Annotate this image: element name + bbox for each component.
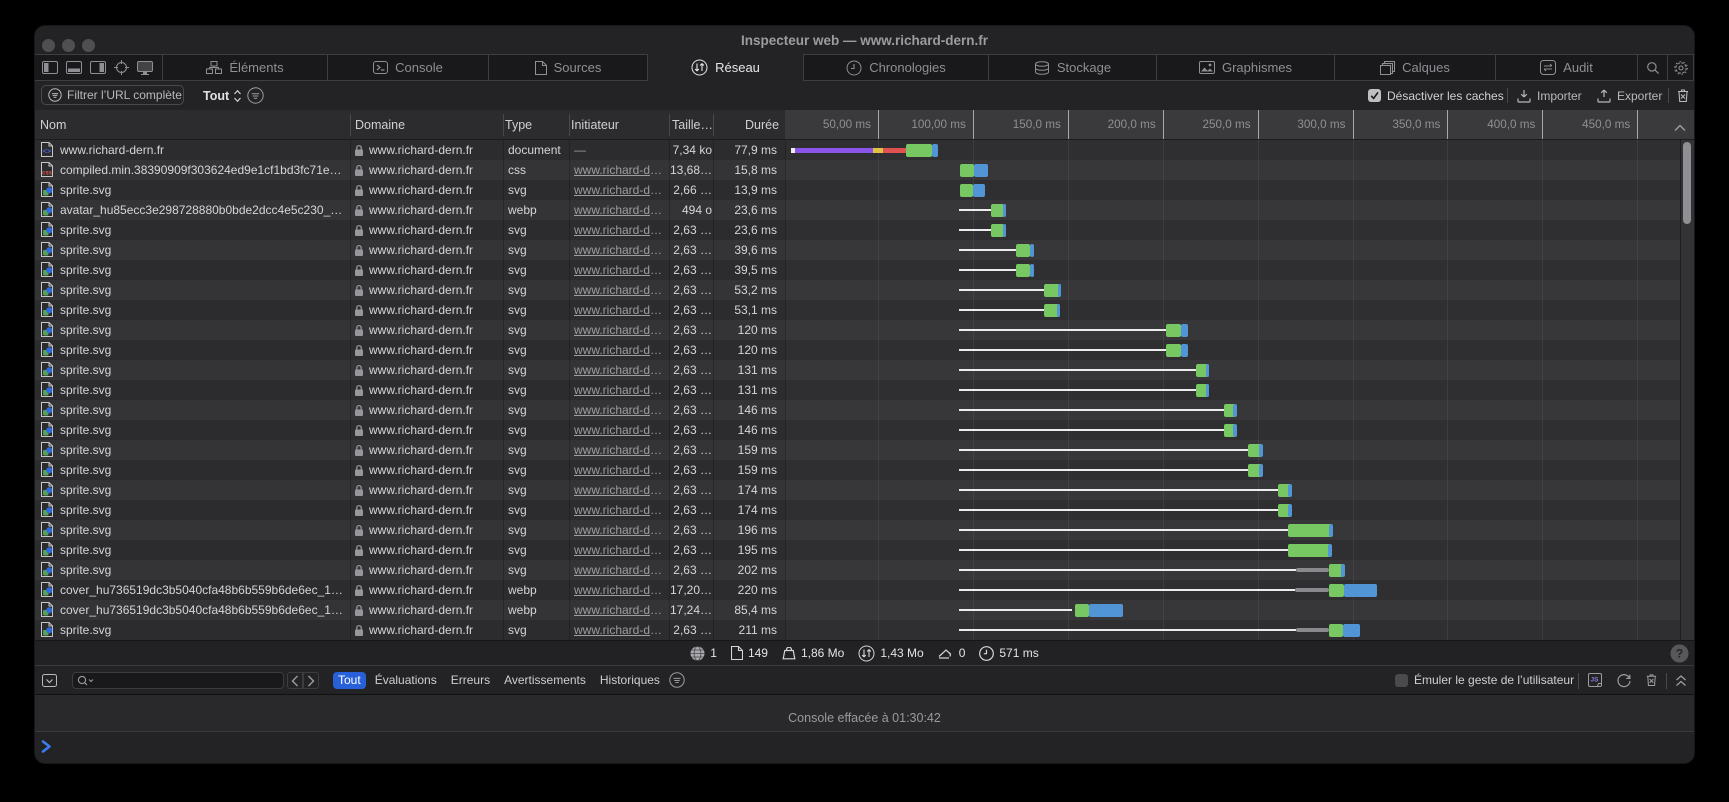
svg-text:?: ? xyxy=(1676,647,1683,661)
svg-text:JS: JS xyxy=(1591,677,1600,684)
svg-text:css: css xyxy=(42,171,53,177)
svg-text:<>: <> xyxy=(43,149,51,157)
